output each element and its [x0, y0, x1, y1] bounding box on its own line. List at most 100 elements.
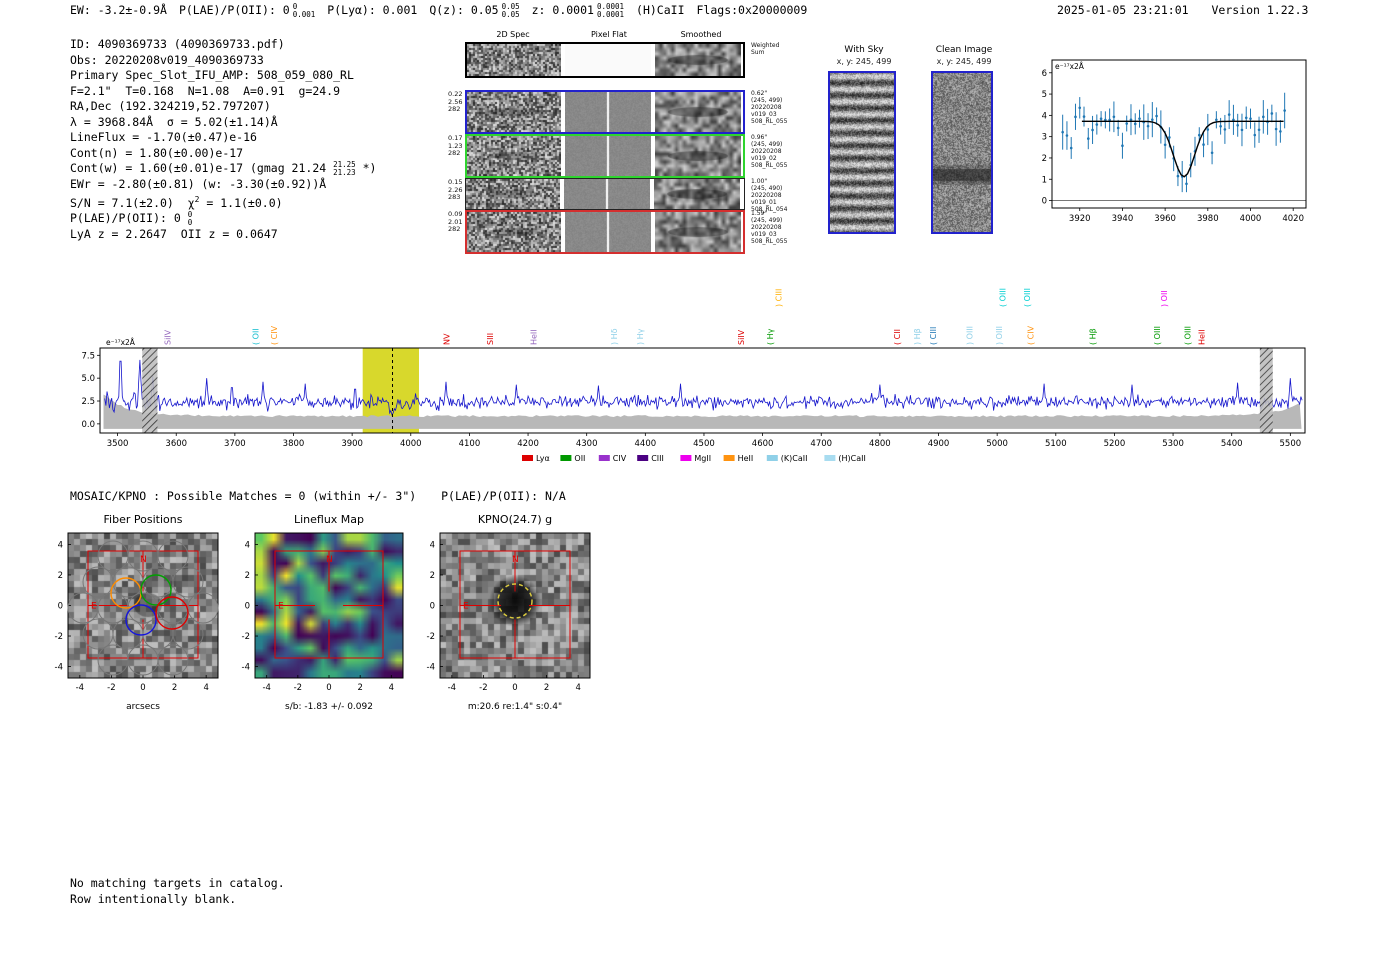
qz-label: Q(z): 0.05	[429, 3, 499, 17]
data-point	[1274, 127, 1278, 131]
info-text: EWr = -2.80(±0.81) (w: -3.30(±0.92))Å	[70, 176, 327, 191]
hetdex-detection-report: EW: -3.2±-0.9Å P(LAE)/P(OII): 0 0 0.001 P(Ly…	[0, 0, 1400, 953]
pixelflat-image	[565, 212, 651, 252]
data-point	[1125, 122, 1129, 125]
y-tick-label: -4	[427, 663, 435, 673]
data-point	[1210, 151, 1214, 155]
plya-value: P(Lyα): 0.001	[327, 3, 418, 17]
spec2d-row-frame	[465, 210, 745, 254]
data-point	[1227, 113, 1231, 116]
line-marker-label: ( CIV	[270, 325, 279, 345]
withsky-coords: x, y: 245, 499	[836, 57, 892, 66]
x-tick-label: 3980	[1197, 214, 1219, 224]
x-tick-label: 4	[389, 683, 394, 693]
y-tick-label: 4	[1042, 111, 1047, 121]
data-point	[1151, 118, 1154, 121]
exposure-label-line: v019_01	[751, 199, 777, 206]
frac-bottom: 0	[187, 217, 193, 227]
x-tick-label: 3800	[283, 439, 305, 449]
flags-value: Flags:0x20000009	[696, 3, 808, 17]
exposure-labels: Weighted Sum	[751, 42, 813, 56]
line-marker-label: ( CIV	[1027, 325, 1036, 345]
line-marker-label: HeII	[1198, 329, 1207, 345]
info-line: Primary Spec_Slot_IFU_AMP: 508_059_080_R…	[70, 68, 376, 84]
panel-xlabel: s/b: -1.83 +/- 0.092	[285, 702, 373, 712]
spec2d-image	[466, 179, 560, 209]
blob-image	[440, 533, 590, 678]
line-marker-label: SiIV	[163, 329, 172, 345]
line-marker-label: ( OIII	[998, 288, 1007, 307]
data-point	[1086, 137, 1090, 140]
fiber-weight-labels: 0.09 2.01 282	[448, 210, 464, 234]
info-text: F=2.1" T=0.168 N=1.08 A=0.91 g=24.9	[70, 83, 341, 98]
line-marker-label: ) Hδ	[610, 328, 619, 345]
qz-value: Q(z): 0.05 0.05 0.05	[429, 3, 519, 18]
info-text: Primary Spec_Slot_IFU_AMP: 508_059_080_R…	[70, 68, 354, 82]
line-marker-label: ) Hβ	[913, 328, 922, 345]
spec2d-image	[467, 212, 561, 252]
info-text: P(LAE)/P(OII): 0	[70, 211, 188, 226]
info-line: LyA z = 2.2647 OII z = 0.0647	[70, 227, 376, 243]
info-text: ID: 4090369733 (4090369733.pdf)	[70, 37, 285, 51]
x-tick-label: 2	[544, 683, 549, 693]
z-label: z: 0.0001	[531, 3, 594, 17]
kpno-cutout-panel: KPNO(24.7) g m:20.6 re:1.4" s:0.4" -4 -4 -…	[417, 510, 622, 722]
x-tick-label: 5200	[1104, 439, 1126, 449]
spec2d-row: Weighted Sum	[448, 42, 813, 78]
exposure-label-line: 508_RL_055	[751, 118, 788, 125]
spectrum-trace	[104, 359, 1303, 416]
data-point	[1253, 133, 1257, 137]
exposure-label-line: v019_03	[751, 111, 777, 118]
exposure-label-line: 0.96"	[751, 134, 768, 141]
y-tick-label: 0	[1042, 197, 1047, 207]
data-point	[1065, 134, 1069, 137]
spec2d-row-frame	[465, 134, 745, 178]
y-tick-label: 4	[245, 540, 250, 550]
line-marker-label: ) OIII	[966, 326, 975, 345]
clean-title: Clean Image	[935, 45, 993, 55]
flux-units-label: e⁻¹⁷x2Å	[106, 338, 136, 347]
exposure-label-line: 20220208	[751, 224, 782, 231]
line-marker-label: ( OIII	[1184, 326, 1193, 345]
spec2d-image	[467, 92, 561, 132]
exposure-label-line: v019_03	[751, 231, 777, 238]
info-text: RA,Dec (192.324219,52.797207)	[70, 99, 271, 113]
info-text: LineFlux = -1.70(±0.47)e-16	[70, 130, 257, 144]
species-label: (H)CaII	[636, 3, 685, 17]
spec2d-row: 0.22 2.56 282 0.62" (245, 499) 20220208 v019_0…	[448, 90, 813, 134]
line-marker-label: ) CIII	[774, 289, 783, 307]
x-tick-label: 4900	[928, 439, 950, 449]
x-tick-label: 4700	[810, 439, 832, 449]
x-tick-label: 4200	[517, 439, 539, 449]
fiber-weight-labels: 0.17 1.23 282	[448, 134, 464, 158]
info-frac: 21.25 21.23	[333, 161, 356, 176]
timestamp: 2025-01-05 23:21:01	[1057, 3, 1189, 17]
info-text: LyA z = 2.2647 OII z = 0.0647	[70, 226, 278, 241]
smoothed-image	[655, 44, 741, 76]
data-point	[1099, 117, 1103, 121]
pixelflat-image	[565, 44, 651, 76]
y-tick-label: 0	[58, 602, 63, 612]
info-line: Obs: 20220208v019_4090369733	[70, 53, 376, 69]
y-tick-label: 2	[1042, 154, 1047, 164]
y-tick-label: -2	[55, 632, 63, 642]
data-point	[1262, 115, 1265, 119]
spec2d-panel: 2D Spec Pixel Flat Smoothed Weighted Sum 0…	[448, 30, 813, 260]
y-tick-label: 0	[245, 602, 250, 612]
legend-label: Lyα	[536, 454, 550, 463]
data-point	[1215, 118, 1218, 122]
y-tick-label: 4	[430, 540, 435, 550]
exposure-label-line: (245, 499)	[751, 97, 783, 104]
exposure-label-line: 20220208	[751, 104, 782, 111]
line-fit-plot: 3920 3940 3960 3980 4000 4020 0 1 2 3 4 5 6 e⁻¹⁷x2Å	[1042, 59, 1307, 224]
y-tick-label: 2	[245, 571, 250, 581]
info-line: F=2.1" T=0.168 N=1.08 A=0.91 g=24.9	[70, 84, 376, 100]
data-point	[1155, 114, 1158, 118]
exposure-label-line: 0.62"	[751, 90, 768, 97]
info-line: Cont(w) = 1.60(±0.01)e-17 (gmag 21.24 21…	[70, 161, 376, 177]
footer-line: Row intentionally blank.	[70, 891, 237, 906]
data-point	[1257, 128, 1261, 132]
gaussian-fit-line	[1081, 120, 1284, 178]
data-point	[1069, 146, 1073, 150]
exposure-label-line: v019_02	[751, 155, 777, 162]
